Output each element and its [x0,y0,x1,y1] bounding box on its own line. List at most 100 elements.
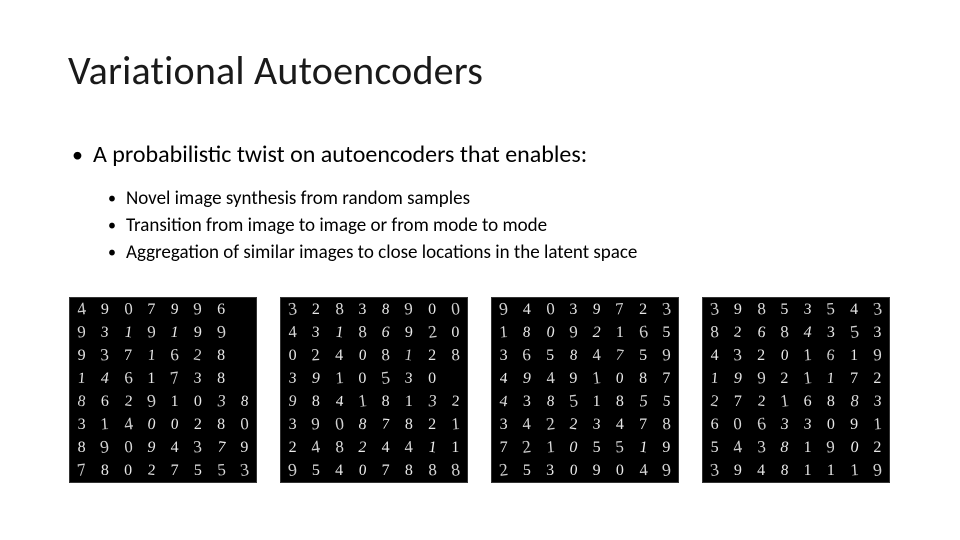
digit-cell: 8 [232,390,256,414]
digit-cell: 8 [210,367,233,390]
digit-cell: 3 [652,295,680,323]
digit-cell: 3 [539,459,562,482]
digit-cell: 8 [326,297,352,323]
digit-cell: 9 [726,367,749,390]
digit-cell: 9 [207,318,235,346]
digit-cell: 0 [819,413,842,436]
digit-cell: 1 [585,390,608,413]
digit-cell: 9 [863,456,891,484]
digit-cell: 2 [773,367,796,390]
sub-bullet: • Transition from image to image or from… [108,212,637,239]
slide: Variational Autoencoders • A probabilist… [0,0,960,540]
digit-cell: 5 [703,436,726,459]
digit-cell: 2 [866,367,889,390]
digit-cell: 8 [632,367,655,390]
digit-cell: 9 [163,298,187,322]
digit-cell: 8 [374,390,397,413]
digit-cell: 8 [515,321,539,345]
digit-cell: 4 [163,436,186,459]
sub-bullet: • Novel image synthesis from random samp… [108,185,637,212]
digit-cell: 1 [419,434,445,460]
digit-cell: 1 [843,344,866,367]
digit-cell [233,321,256,344]
digit-cell: 5 [655,321,678,344]
digit-cell: 1 [70,367,94,391]
digit-cell: 2 [421,344,444,367]
digit-cell: 3 [185,435,211,461]
digit-cell: 7 [843,367,866,390]
digit-cell: 7 [67,456,95,484]
digit-cell: 0 [841,434,867,460]
digit-cell: 5 [515,459,538,482]
digit-cell: 9 [560,320,586,346]
digit-cell: 6 [629,318,657,346]
digit-cell: 8 [442,343,468,369]
digit-cell: 4 [280,320,306,346]
digit-cell: 8 [349,320,375,346]
digit-cell: 3 [208,389,234,415]
digit-cell: 3 [866,321,889,344]
digit-cell: 1 [326,319,352,345]
digit-cell: 1 [582,364,610,392]
digit-cell: 3 [93,321,117,345]
digit-cell: 2 [421,413,444,436]
digit-cell: 2 [489,456,517,484]
digit-cell: 0 [115,297,141,323]
digit-cell: 0 [350,459,374,483]
digit-cell: 2 [726,321,750,345]
digit-cell: 1 [397,390,420,413]
digit-cell: 5 [840,318,868,346]
main-bullet: • A probabilistic twist on autoencoders … [72,140,587,170]
digit-cell [444,367,467,390]
mnist-panel-2: 3283890043186920024081283910530984181323… [281,298,467,482]
bullet-dot: • [108,239,116,266]
digit-cell: 0 [772,344,796,368]
digit-cell: 0 [351,367,374,390]
digit-cell: 7 [374,413,398,437]
digit-cell: 2 [585,321,608,344]
digit-cell: 3 [92,343,118,369]
digit-cell: 5 [773,298,796,321]
digit-cell: 3 [492,344,515,367]
digit-cell: 9 [278,456,306,484]
digit-cell: 2 [139,459,163,483]
digit-cell: 5 [186,459,209,482]
digit-cell: 2 [185,342,211,368]
digit-cell: 9 [843,413,866,436]
mnist-panel-4: 3985354382684353432016191992117227216883… [703,298,889,482]
digit-cell: 7 [726,390,749,413]
bullet-dot: • [72,140,83,170]
digit-cell: 1 [537,435,563,461]
digit-cell [231,343,257,369]
digit-cell: 9 [280,388,306,414]
digit-cell: 2 [750,344,773,367]
digit-cell: 3 [725,343,751,369]
digit-cell: 4 [796,321,819,344]
digit-cell: 1 [864,412,890,438]
digit-cell: 1 [444,436,467,459]
sub-bullet-text: Novel image synthesis from random sample… [126,185,470,212]
digit-cell: 0 [561,459,585,483]
digit-cell: 7 [655,367,678,390]
digit-cell: 7 [607,297,633,323]
digit-cell: 1 [115,319,141,345]
digit-cell: 9 [233,436,256,459]
digit-cell: 1 [819,367,843,391]
digit-cell: 7 [117,344,140,367]
digit-cell: 5 [371,364,399,392]
sub-bullet-text: Aggregation of similar images to close l… [126,239,637,266]
digit-cell: 2 [351,436,374,459]
digit-cell: 0 [117,459,140,482]
digit-cell: 8 [841,389,867,415]
digit-cell: 9 [304,367,327,390]
digit-cell: 1 [796,459,819,482]
digit-cell: 5 [585,436,608,459]
digit-cell: 8 [397,459,420,482]
digit-cell: 0 [350,344,374,368]
digit-cell: 5 [632,344,655,367]
digit-cell: 3 [397,367,421,391]
digit-cell: 5 [630,389,656,415]
slide-title: Variational Autoencoders [68,46,483,95]
digit-cell: 1 [140,367,163,390]
digit-cell: 6 [514,343,540,369]
